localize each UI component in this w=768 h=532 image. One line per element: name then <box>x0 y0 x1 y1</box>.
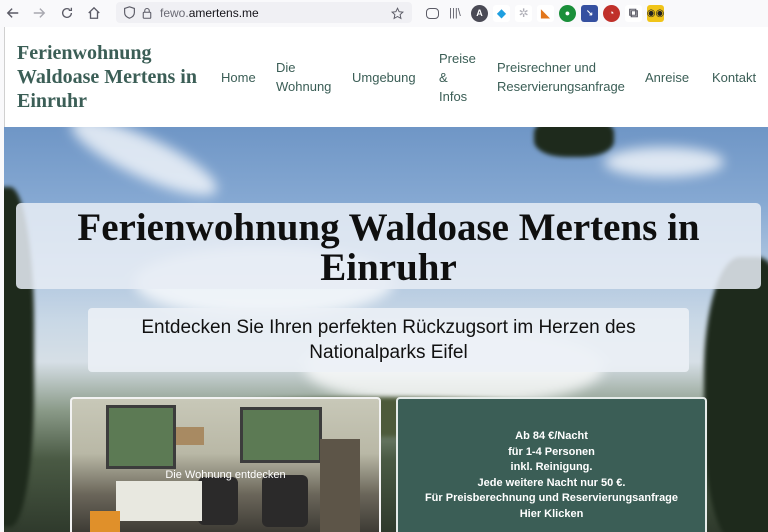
room-table-image <box>116 481 202 521</box>
hero-subtitle: Entdecken Sie Ihren perfekten Rückzugsor… <box>141 317 636 363</box>
url-bar[interactable]: fewo.amertens.me <box>116 2 412 23</box>
extension-green-icon[interactable]: ● <box>559 4 576 22</box>
extension-eyes-icon[interactable]: ◉◉ <box>647 4 664 22</box>
site-header: Ferienwohnung Waldoase Mertens in Einruh… <box>4 27 768 127</box>
hero-subtitle-box: Entdecken Sie Ihren perfekten Rückzugsor… <box>88 308 689 372</box>
url-text[interactable]: fewo.amertens.me <box>160 6 259 20</box>
menu-item-preise-infos[interactable]: Preise & Infos <box>429 49 487 106</box>
lock-icon[interactable] <box>138 4 156 22</box>
extension-red-icon[interactable]: ◔ <box>603 4 620 22</box>
hero-title: Ferienwohnung Waldoase Mertens in Einruh… <box>77 206 700 289</box>
price-line: Jede weitere Nacht nur 50 €. <box>477 476 626 489</box>
pocket-icon[interactable] <box>426 7 439 19</box>
home-icon[interactable] <box>83 2 105 24</box>
room-fire-image <box>90 511 120 532</box>
menu-item-kontakt[interactable]: Kontakt <box>702 68 762 87</box>
puzzle-icon[interactable]: ⧉ <box>625 4 642 22</box>
extension-blue-icon[interactable]: ◆ <box>493 4 510 22</box>
metamask-fox-icon[interactable]: ◣ <box>537 4 554 22</box>
menu-item-home[interactable]: Home <box>211 68 266 87</box>
extension-toolbar: |||\ A ◆ ✲ ◣ ● ↘ ◔ ⧉ ◉◉ <box>426 2 664 24</box>
url-host-main: amertens.me <box>188 5 259 20</box>
price-cta-link[interactable]: Hier Klicken <box>398 507 705 523</box>
price-card[interactable]: Ab 84 €/Nacht für 1-4 Personen inkl. Rei… <box>396 397 707 532</box>
reload-icon[interactable] <box>56 2 78 24</box>
hero-section: Ferienwohnung Waldoase Mertens in Einruh… <box>4 127 768 532</box>
price-line: Für Preisberechnung und Reservierungsanf… <box>424 492 679 504</box>
forward-arrow-icon[interactable] <box>28 2 50 24</box>
account-a-icon[interactable]: A <box>471 4 488 22</box>
menu-item-umgebung[interactable]: Umgebung <box>342 68 429 87</box>
room-chair-image <box>198 477 238 525</box>
main-menu: Home Die Wohnung Umgebung Preise & Infos… <box>211 27 762 127</box>
menu-item-die-wohnung[interactable]: Die Wohnung <box>266 58 342 96</box>
price-line: Ab 84 €/Nacht <box>515 430 588 442</box>
site-brand[interactable]: Ferienwohnung Waldoase Mertens in Einruh… <box>17 41 207 113</box>
price-line: für 1-4 Personen <box>508 445 595 458</box>
room-chair-image <box>262 475 308 527</box>
extension-gear-icon[interactable]: ✲ <box>515 4 532 22</box>
room-window-image <box>240 407 322 463</box>
hero-title-box: Ferienwohnung Waldoase Mertens in Einruh… <box>16 203 761 289</box>
shield-icon[interactable] <box>120 4 138 22</box>
apartment-photo-label[interactable]: Die Wohnung entdecken <box>72 469 379 481</box>
extension-arrow-icon[interactable]: ↘ <box>581 4 598 22</box>
price-text: Ab 84 €/Nacht für 1-4 Personen inkl. Rei… <box>398 399 705 522</box>
url-host-dim: fewo. <box>160 5 189 20</box>
apartment-photo-card[interactable]: Die Wohnung entdecken <box>70 397 381 532</box>
room-cabinet-image <box>320 439 360 532</box>
menu-item-preisrechner[interactable]: Preisrechner und Reservierungsanfrage <box>487 58 635 96</box>
star-icon[interactable] <box>388 4 406 22</box>
room-shelf-image <box>176 427 204 445</box>
room-window-image <box>106 405 176 469</box>
library-icon[interactable]: |||\ <box>444 5 466 22</box>
price-line: inkl. Reinigung. <box>510 461 593 473</box>
browser-toolbar: fewo.amertens.me |||\ A ◆ ✲ ◣ ● ↘ ◔ ⧉ ◉◉ <box>0 0 768 26</box>
back-arrow-icon[interactable] <box>2 2 24 24</box>
menu-item-anreise[interactable]: Anreise <box>635 68 702 87</box>
